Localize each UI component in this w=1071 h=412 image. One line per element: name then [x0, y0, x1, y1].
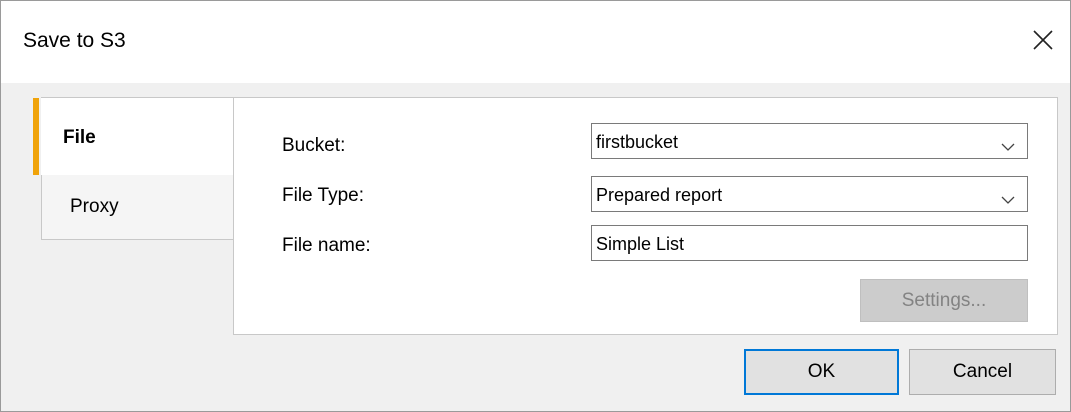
- file-type-value: Prepared report: [596, 185, 723, 205]
- bucket-label: Bucket:: [282, 135, 346, 156]
- active-tab-indicator: [33, 98, 39, 175]
- bucket-value: firstbucket: [596, 132, 679, 152]
- file-type-dropdown[interactable]: Prepared report: [591, 176, 1028, 212]
- chevron-down-icon: [1001, 189, 1015, 204]
- save-to-s3-dialog: Save to S3 File Proxy Bucket: firstbucke…: [0, 0, 1071, 412]
- close-icon[interactable]: [1030, 27, 1056, 53]
- file-type-label: File Type:: [282, 185, 365, 206]
- ok-button[interactable]: OK: [744, 349, 899, 395]
- tab-proxy[interactable]: Proxy: [41, 174, 233, 240]
- tab-file[interactable]: File: [33, 97, 233, 175]
- bucket-dropdown[interactable]: firstbucket: [591, 123, 1028, 159]
- file-name-value: Simple List: [596, 234, 685, 254]
- tab-file-label: File: [63, 127, 96, 148]
- settings-button[interactable]: Settings...: [860, 279, 1028, 322]
- tab-proxy-label: Proxy: [70, 196, 119, 217]
- cancel-button[interactable]: Cancel: [909, 349, 1056, 395]
- file-name-input[interactable]: Simple List: [591, 225, 1028, 261]
- chevron-down-icon: [1001, 136, 1015, 151]
- title-bar: Save to S3: [1, 1, 1070, 83]
- file-name-label: File name:: [282, 235, 371, 256]
- dialog-title: Save to S3: [23, 29, 126, 52]
